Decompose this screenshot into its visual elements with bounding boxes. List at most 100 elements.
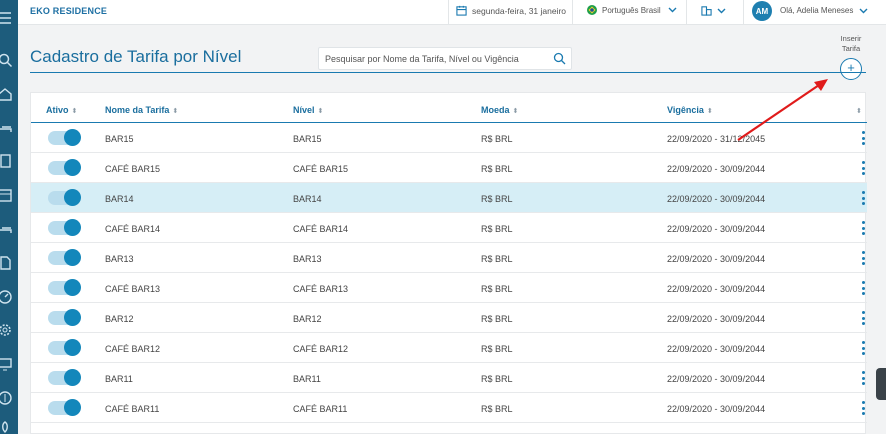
- active-toggle[interactable]: [48, 369, 81, 386]
- table-row[interactable]: CAFÉ BAR11 CAFÉ BAR11 R$ BRL 22/09/2020 - 3…: [31, 393, 867, 423]
- toggle-knob: [64, 159, 81, 176]
- currency-cell: R$ BRL: [481, 314, 513, 324]
- row-actions-icon[interactable]: [860, 400, 866, 416]
- column-header-validity[interactable]: Vigência ⬍: [667, 105, 713, 115]
- validity-cell: 22/09/2020 - 30/09/2044: [667, 164, 766, 174]
- table-row[interactable]: BAR13 BAR13 R$ BRL 22/09/2020 - 30/09/2044: [31, 243, 867, 273]
- validity-cell: 22/09/2020 - 30/09/2044: [667, 314, 766, 324]
- page-title: Cadastro de Tarifa por Nível: [30, 47, 242, 66]
- table-row[interactable]: BAR14 BAR14 R$ BRL 22/09/2020 - 30/09/2044: [31, 183, 867, 213]
- row-actions-icon[interactable]: [860, 370, 866, 386]
- language-selector[interactable]: Português Brasil: [587, 5, 677, 15]
- column-header-actions[interactable]: ⬍: [853, 105, 862, 115]
- active-toggle[interactable]: [48, 249, 81, 266]
- currency-cell: R$ BRL: [481, 164, 513, 174]
- divider: [743, 0, 744, 25]
- active-toggle[interactable]: [48, 129, 81, 146]
- chevron-down-icon: [717, 8, 726, 14]
- bed-icon[interactable]: [0, 221, 13, 237]
- currency-cell: R$ BRL: [481, 134, 513, 144]
- active-toggle[interactable]: [48, 279, 81, 296]
- brand-name[interactable]: EKO RESIDENCE: [30, 6, 107, 16]
- tariff-name-cell: CAFÉ BAR15: [105, 164, 161, 174]
- insert-tariff-button[interactable]: +: [840, 58, 862, 80]
- tariff-name-cell: CAFÉ BAR11: [105, 404, 160, 414]
- user-greeting: Olá, Adelia Meneses: [780, 6, 854, 15]
- toggle-knob: [64, 129, 81, 146]
- row-actions-icon[interactable]: [860, 190, 866, 206]
- toggle-knob: [64, 369, 81, 386]
- table-header: Ativo ⬍ Nome da Tarifa ⬍ Nível ⬍ Moeda ⬍ Vig…: [31, 93, 867, 123]
- table-row[interactable]: BAR12 BAR12 R$ BRL 22/09/2020 - 30/09/2044: [31, 303, 867, 333]
- table-row[interactable]: CAFÉ BAR14 CAFÉ BAR14 R$ BRL 22/09/2020 - 3…: [31, 213, 867, 243]
- table-row[interactable]: CAFÉ BAR13 CAFÉ BAR13 R$ BRL 22/09/2020 - 3…: [31, 273, 867, 303]
- search-input[interactable]: [325, 51, 545, 67]
- toggle-knob: [64, 339, 81, 356]
- row-actions-icon[interactable]: [860, 250, 866, 266]
- currency-cell: R$ BRL: [481, 374, 513, 384]
- row-actions-icon[interactable]: [860, 160, 866, 176]
- toggle-knob: [64, 279, 81, 296]
- menu-icon[interactable]: [0, 10, 13, 26]
- tariff-name-cell: BAR11: [105, 374, 133, 384]
- table-row[interactable]: CAFÉ BAR15 CAFÉ BAR15 R$ BRL 22/09/2020 - 3…: [31, 153, 867, 183]
- level-cell: BAR14: [293, 194, 322, 204]
- insert-label-line2: Tarifa: [841, 44, 861, 53]
- buildings-icon: [701, 5, 712, 16]
- row-actions-icon[interactable]: [860, 340, 866, 356]
- validity-cell: 22/09/2020 - 30/09/2044: [667, 284, 766, 294]
- home-icon[interactable]: [0, 86, 13, 102]
- validity-cell: 22/09/2020 - 30/09/2044: [667, 194, 766, 204]
- settings-icon[interactable]: [0, 322, 13, 338]
- language-label: Português Brasil: [602, 5, 661, 15]
- dashboard-icon[interactable]: [0, 289, 13, 305]
- side-widget-handle[interactable]: [876, 368, 886, 400]
- currency-cell: R$ BRL: [481, 194, 513, 204]
- level-cell: BAR12: [293, 314, 322, 324]
- level-cell: BAR15: [293, 134, 322, 144]
- date-display[interactable]: segunda-feira, 31 janeiro: [456, 5, 566, 16]
- table-row[interactable]: CAFÉ BAR12 CAFÉ BAR12 R$ BRL 22/09/2020 - 3…: [31, 333, 867, 363]
- bed-icon[interactable]: [0, 120, 13, 136]
- insert-tariff-label: Inserir Tarifa: [832, 34, 870, 54]
- sidebar: [0, 0, 18, 434]
- table-row[interactable]: BAR11 BAR11 R$ BRL 22/09/2020 - 30/09/2044: [31, 363, 867, 393]
- dollar-icon[interactable]: [0, 390, 13, 406]
- brazil-flag-icon: [587, 5, 597, 15]
- active-toggle[interactable]: [48, 399, 81, 416]
- row-actions-icon[interactable]: [860, 220, 866, 236]
- document-icon[interactable]: [0, 255, 13, 271]
- column-header-currency[interactable]: Moeda ⬍: [481, 105, 518, 115]
- column-header-level[interactable]: Nível ⬍: [293, 105, 323, 115]
- search-icon[interactable]: [553, 52, 566, 65]
- column-header-active[interactable]: Ativo ⬍: [46, 105, 77, 115]
- toggle-knob: [64, 219, 81, 236]
- calendar-icon[interactable]: [0, 187, 13, 203]
- tariff-name-cell: CAFÉ BAR13: [105, 284, 161, 294]
- toggle-knob: [64, 249, 81, 266]
- column-header-name[interactable]: Nome da Tarifa ⬍: [105, 105, 178, 115]
- tariff-name-cell: BAR14: [105, 194, 134, 204]
- active-toggle[interactable]: [48, 189, 81, 206]
- avatar[interactable]: AM: [752, 1, 772, 21]
- search-icon[interactable]: [0, 52, 13, 68]
- monitor-icon[interactable]: [0, 356, 13, 372]
- active-toggle[interactable]: [48, 219, 81, 236]
- insert-label-line1: Inserir: [840, 34, 862, 43]
- active-toggle[interactable]: [48, 339, 81, 356]
- calendar-icon: [456, 5, 467, 16]
- row-actions-icon[interactable]: [860, 280, 866, 296]
- validity-cell: 22/09/2020 - 31/12/2045: [667, 134, 766, 144]
- row-actions-icon[interactable]: [860, 130, 866, 146]
- active-toggle[interactable]: [48, 159, 81, 176]
- table-row[interactable]: BAR15 BAR15 R$ BRL 22/09/2020 - 31/12/2045: [31, 123, 867, 153]
- user-menu[interactable]: Olá, Adelia Meneses: [780, 6, 868, 15]
- row-actions-icon[interactable]: [860, 310, 866, 326]
- property-selector[interactable]: [701, 5, 726, 16]
- building-icon[interactable]: [0, 153, 13, 169]
- active-toggle[interactable]: [48, 309, 81, 326]
- rocket-icon[interactable]: [0, 420, 13, 434]
- validity-cell: 22/09/2020 - 30/09/2044: [667, 344, 766, 354]
- divider: [448, 0, 449, 25]
- tariff-name-cell: BAR12: [105, 314, 134, 324]
